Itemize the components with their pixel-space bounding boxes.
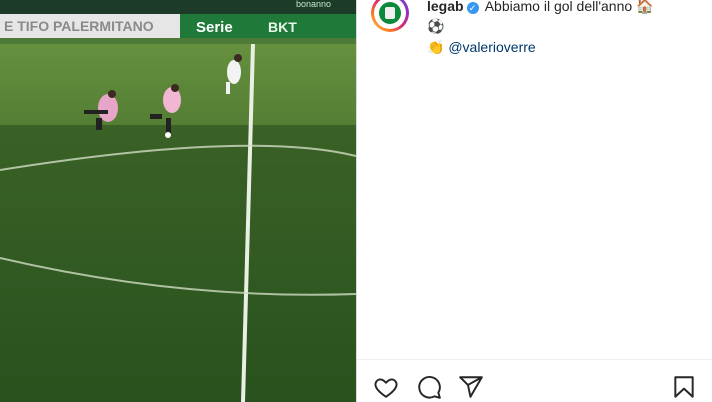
avatar-ring — [374, 0, 406, 29]
house-emoji: 🏠 — [636, 0, 654, 15]
actions-divider — [357, 359, 712, 360]
legab-logo-icon — [379, 2, 401, 24]
bookmark-icon[interactable] — [671, 374, 699, 402]
comment-icon[interactable] — [416, 374, 444, 402]
share-icon[interactable] — [458, 374, 486, 402]
post-sidebar: legab ✓ Abbiamo il gol dell'anno 🏠 ⚽ 👏 @v… — [357, 0, 712, 402]
banner-top-text: bonanno — [296, 0, 331, 9]
banner-serie-text: Serie — [196, 19, 233, 36]
post-caption: legab ✓ Abbiamo il gol dell'anno 🏠 ⚽ 👏 @v… — [427, 0, 707, 58]
username-link[interactable]: legab — [427, 0, 464, 14]
banner-left-text: E TIFO PALERMITANO — [4, 18, 154, 34]
ball — [165, 132, 171, 138]
action-bar — [357, 374, 712, 402]
caption-line-3: 👏 @valerioverre — [427, 38, 707, 58]
mention-link[interactable]: @valerioverre — [448, 39, 535, 55]
heart-icon[interactable] — [373, 374, 401, 402]
avatar[interactable] — [371, 0, 409, 32]
ball-emoji: ⚽ — [427, 19, 445, 35]
football-pitch-frame: E TIFO PALERMITANO Serie BKT bonanno — [0, 0, 356, 402]
banner-sponsor-text: BKT — [268, 19, 297, 35]
verified-badge-icon: ✓ — [466, 2, 479, 14]
clap-emoji: 👏 — [427, 40, 445, 56]
caption-line-2: ⚽ — [427, 17, 707, 37]
caption-line-1: legab ✓ Abbiamo il gol dell'anno 🏠 — [427, 0, 707, 17]
post-video[interactable]: E TIFO PALERMITANO Serie BKT bonanno — [0, 0, 356, 402]
caption-text: Abbiamo il gol dell'anno — [484, 0, 633, 14]
